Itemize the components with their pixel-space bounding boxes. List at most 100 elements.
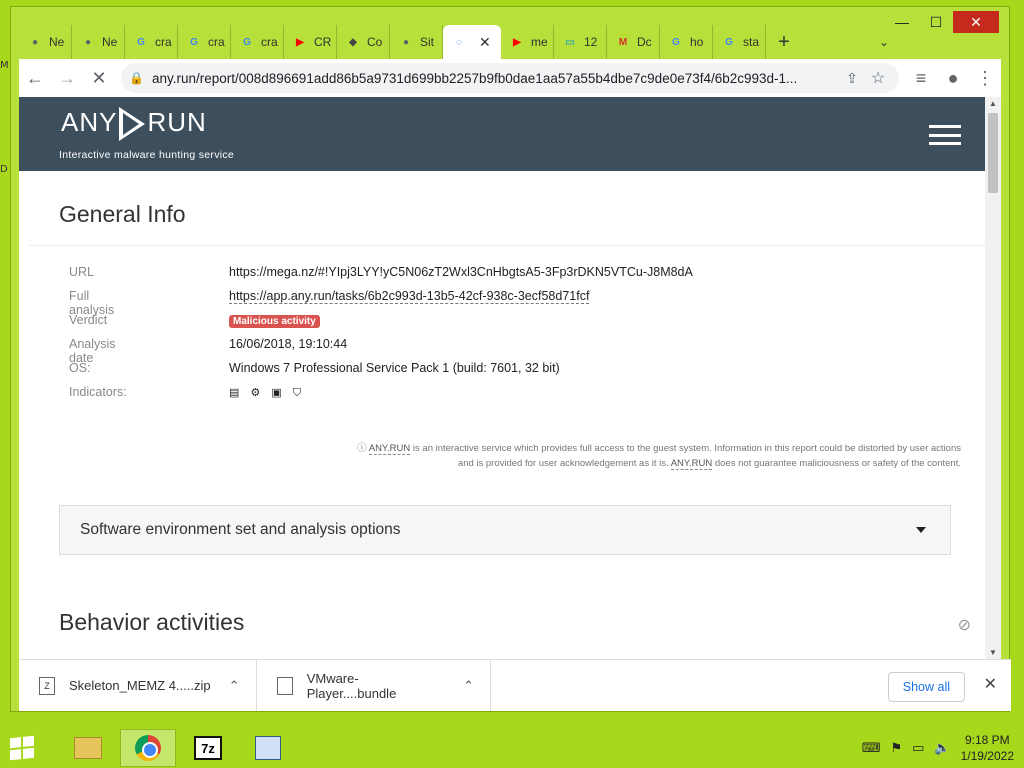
anyrun-link[interactable]: ANY.RUN <box>670 458 713 470</box>
browser-tab[interactable]: ▭ 12 <box>554 25 607 59</box>
tab-title: Sit <box>420 35 435 49</box>
download-filename: VMware-Player....bundle <box>306 670 397 701</box>
download-filename: Skeleton_MEMZ 4.....zip <box>69 678 211 693</box>
browser-tab[interactable]: Gcra <box>125 25 178 59</box>
indicator-icons[interactable]: ▤ ⚙ ▣ ⛉ <box>229 387 305 399</box>
browser-tab[interactable]: Gcra <box>178 25 231 59</box>
anyrun-logo[interactable]: ANY RUN <box>61 107 207 142</box>
logo-text-left: ANY <box>61 107 118 137</box>
file-explorer-taskbar-button[interactable] <box>60 729 116 767</box>
browser-tab[interactable]: ● Ne <box>19 25 72 59</box>
chevron-up-icon[interactable]: ⌃ <box>229 678 240 694</box>
tab-favicon-icon: G <box>137 36 145 48</box>
accordion-label: Software environment set and analysis op… <box>80 521 401 538</box>
software-environment-accordion[interactable]: Software environment set and analysis op… <box>59 505 951 555</box>
action-center-flag-icon[interactable]: ⚑ <box>890 740 902 756</box>
site-tagline: Interactive malware hunting service <box>59 149 235 161</box>
behavior-activities-title: Behavior activities <box>59 609 245 635</box>
address-bar[interactable]: 🔒 any.run/report/008d896691add86b5a9731d… <box>121 63 899 93</box>
hamburger-menu-icon[interactable] <box>929 125 961 145</box>
share-icon[interactable]: ⇪ <box>839 62 865 94</box>
desktop-icon[interactable]: D <box>0 164 10 178</box>
disclaimer: ⓘ ANY.RUN is an interactive service whic… <box>351 441 961 471</box>
7zip-taskbar-button[interactable]: 7z <box>180 729 236 767</box>
desktop-icon[interactable]: M <box>0 60 10 74</box>
info-label: Indicators: <box>69 385 127 399</box>
volume-icon[interactable]: 🔈 <box>934 740 950 756</box>
close-window-button[interactable]: ✕ <box>953 11 999 33</box>
info-value: Malicious activity <box>229 313 320 328</box>
back-button[interactable]: ← <box>19 62 51 94</box>
web-page: ANY RUN Interactive malware hunting servi… <box>19 97 1001 659</box>
tab-favicon-icon: ▭ <box>565 36 575 48</box>
browser-menu-icon[interactable]: ⋮ <box>969 62 1001 94</box>
info-value-text: https://mega.nz/#!YIpj3LYY!yC5N06zT2Wxl3… <box>229 265 693 279</box>
notepad-taskbar-button[interactable] <box>240 729 296 767</box>
tab-title: Ne <box>49 35 65 49</box>
tab-strip: ● Ne ● Ne Gcra Gcra Gcra ▶ CR ◆ Co ● Sit ◌ ✕ ▶ me ▭ 12 M Dc G… <box>19 25 939 59</box>
stop-loading-button[interactable]: ✕ <box>83 62 115 94</box>
system-tray: ⌨ ⚑ ▭ 🔈 9:18 PM 1/19/2022 <box>862 728 1014 768</box>
browser-tab[interactable]: ▶ CR <box>284 25 337 59</box>
chrome-taskbar-button[interactable] <box>120 729 176 767</box>
close-tab-icon[interactable]: ✕ <box>479 34 491 51</box>
browser-tab[interactable]: ● Sit <box>390 25 443 59</box>
browser-toolbar: ← → ✕ 🔒 any.run/report/008d896691add86b5… <box>19 59 1001 97</box>
info-label: Verdict <box>69 313 108 327</box>
tab-favicon-icon: ● <box>31 36 39 48</box>
general-info-title: General Info <box>59 201 186 227</box>
address-url[interactable]: any.run/report/008d896691add86b5a9731d69… <box>152 71 839 86</box>
tab-title: Dc <box>637 35 652 49</box>
show-all-downloads-button[interactable]: Show all <box>887 672 965 702</box>
zip-file-icon: Z <box>39 676 55 695</box>
start-button[interactable] <box>0 728 44 768</box>
taskbar-clock[interactable]: 9:18 PM 1/19/2022 <box>961 732 1014 764</box>
page-scrollbar[interactable]: ▲ ▼ <box>985 97 1001 659</box>
info-label: URL <box>69 265 95 279</box>
tab-favicon-icon: ▶ <box>296 36 304 48</box>
scrollbar-thumb[interactable] <box>988 113 998 193</box>
browser-tab[interactable]: Gho <box>660 25 713 59</box>
tab-title: me <box>531 35 548 49</box>
loading-spinner-icon: ◌ <box>456 36 462 48</box>
info-value: 16/06/2018, 19:10:44 <box>229 337 347 351</box>
bookmark-star-icon[interactable]: ☆ <box>865 62 891 94</box>
scroll-down-icon[interactable]: ▼ <box>989 648 997 657</box>
tab-title: ho <box>690 35 704 49</box>
disclaimer-text: does not guarantee maliciousness or safe… <box>712 458 961 469</box>
chevron-down-icon[interactable]: ⌄ <box>879 35 889 49</box>
chevron-up-icon[interactable]: ⌃ <box>463 678 474 694</box>
browser-tab[interactable]: ◆ Co <box>337 25 390 59</box>
download-shelf: Z Skeleton_MEMZ 4.....zip ⌃ VMware-Playe… <box>19 659 1011 711</box>
info-value-text[interactable]: https://app.any.run/tasks/6b2c993d-13b5-… <box>229 289 589 303</box>
browser-window: — ☐ ✕ ● Ne ● Ne Gcra Gcra Gcra ▶ CR ◆ Co ● Sit ◌ ✕ ▶ me ▭… <box>10 6 1011 712</box>
folder-icon <box>74 737 102 759</box>
close-icon[interactable]: ✕ <box>984 674 997 694</box>
scroll-up-icon[interactable]: ▲ <box>989 99 997 108</box>
forward-button[interactable]: → <box>51 62 83 94</box>
browser-tab[interactable]: Gcra <box>231 25 284 59</box>
download-item[interactable]: VMware-Player....bundle ⌃ <box>257 660 491 711</box>
clock-date: 1/19/2022 <box>960 749 1014 763</box>
info-value: Windows 7 Professional Service Pack 1 (b… <box>229 361 560 375</box>
eye-hidden-icon[interactable]: ⊘ <box>958 615 971 635</box>
new-tab-button[interactable]: + <box>766 25 802 59</box>
profile-avatar-icon[interactable]: ● <box>937 62 969 94</box>
caret-down-icon <box>916 527 926 533</box>
download-item[interactable]: Z Skeleton_MEMZ 4.....zip ⌃ <box>19 660 257 711</box>
browser-tab[interactable]: M Dc <box>607 25 660 59</box>
full-analysis-link[interactable]: https://app.any.run/tasks/6b2c993d-13b5-… <box>229 289 590 304</box>
browser-tab[interactable]: ▶ me <box>501 25 554 59</box>
network-icon[interactable]: ▭ <box>912 740 924 756</box>
tab-title: cra <box>261 35 278 49</box>
lock-icon: 🔒 <box>129 71 144 85</box>
browser-tab[interactable]: ◌ ✕ <box>443 25 501 59</box>
browser-tab[interactable]: ● Ne <box>72 25 125 59</box>
anyrun-link[interactable]: ANY.RUN <box>368 443 411 455</box>
keyboard-icon[interactable]: ⌨ <box>862 740 881 756</box>
notepad-icon <box>255 736 281 760</box>
tab-title: cra <box>208 35 225 49</box>
tab-title: Co <box>367 35 383 49</box>
media-control-icon[interactable]: ≡ <box>905 62 937 94</box>
browser-tab[interactable]: Gsta <box>713 25 766 59</box>
